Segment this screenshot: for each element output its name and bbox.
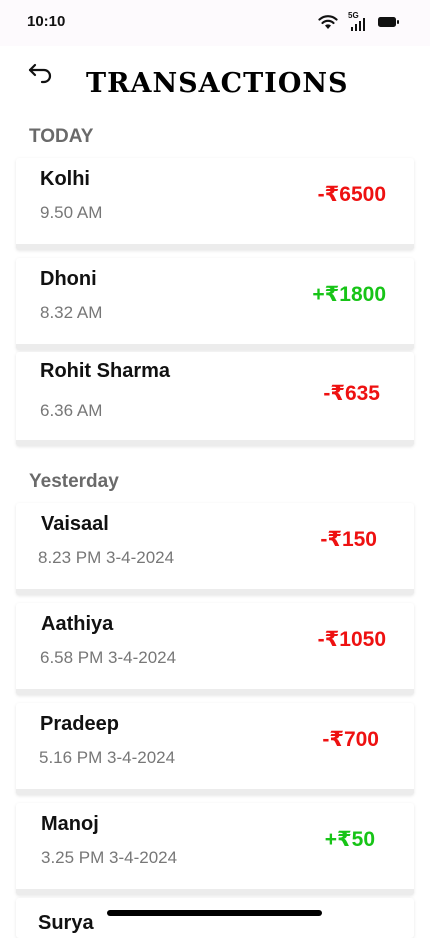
transaction-time: 3.25 PM 3-4-2024 <box>41 848 178 867</box>
transaction-amount: -₹700 <box>322 728 379 751</box>
transaction-name: Kolhi <box>40 168 90 190</box>
page-title: TRANSACTIONS <box>86 68 349 99</box>
transaction-card[interactable]: Manoj 3.25 PM 3-4-2024 +₹50 <box>16 803 414 895</box>
transaction-name: Aathiya <box>41 613 114 635</box>
transaction-name: Dhoni <box>40 268 97 290</box>
cellular-signal: 5G <box>348 11 368 32</box>
transaction-time: 8.32 AM <box>40 303 103 322</box>
transaction-card[interactable]: Kolhi 9.50 AM -₹6500 <box>16 158 414 250</box>
transaction-time: 9.50 AM <box>40 203 103 222</box>
transaction-card[interactable]: Rohit Sharma 6.36 AM -₹635 <box>16 352 414 446</box>
transaction-name: Manoj <box>41 813 99 835</box>
section-heading-today: TODAY <box>29 126 94 147</box>
transaction-card[interactable]: Surya <box>16 898 414 938</box>
section-heading-yesterday: Yesterday <box>29 471 119 492</box>
transaction-name: Vaisaal <box>41 513 109 535</box>
home-indicator <box>107 910 322 916</box>
transaction-card[interactable]: Pradeep 5.16 PM 3-4-2024 -₹700 <box>16 703 414 795</box>
transaction-card[interactable]: Vaisaal 8.23 PM 3-4-2024 -₹150 <box>16 503 414 595</box>
transaction-card[interactable]: Aathiya 6.58 PM 3-4-2024 -₹1050 <box>16 603 414 695</box>
back-arrow-icon <box>28 63 52 84</box>
transaction-time: 8.23 PM 3-4-2024 <box>38 548 175 567</box>
signal-bars-icon <box>351 18 365 31</box>
transaction-amount: -₹635 <box>323 382 380 405</box>
battery-icon <box>378 17 399 27</box>
transaction-time: 6.36 AM <box>40 401 103 420</box>
transaction-amount: +₹1800 <box>312 283 386 306</box>
back-button[interactable] <box>26 60 56 86</box>
transaction-amount: -₹6500 <box>317 183 386 206</box>
wifi-icon <box>318 15 338 29</box>
transaction-card[interactable]: Dhoni 8.32 AM +₹1800 <box>16 258 414 350</box>
status-icons: 5G <box>318 11 400 32</box>
status-bar: 10:10 5G <box>0 0 430 46</box>
transaction-time: 6.58 PM 3-4-2024 <box>40 648 177 667</box>
transaction-time: 5.16 PM 3-4-2024 <box>39 748 176 767</box>
transaction-amount: -₹1050 <box>317 628 386 651</box>
transaction-amount: +₹50 <box>324 828 375 851</box>
transaction-name: Rohit Sharma <box>40 360 171 382</box>
status-time: 10:10 <box>27 13 66 30</box>
transaction-amount: -₹150 <box>320 528 377 551</box>
transaction-name: Pradeep <box>40 713 119 735</box>
